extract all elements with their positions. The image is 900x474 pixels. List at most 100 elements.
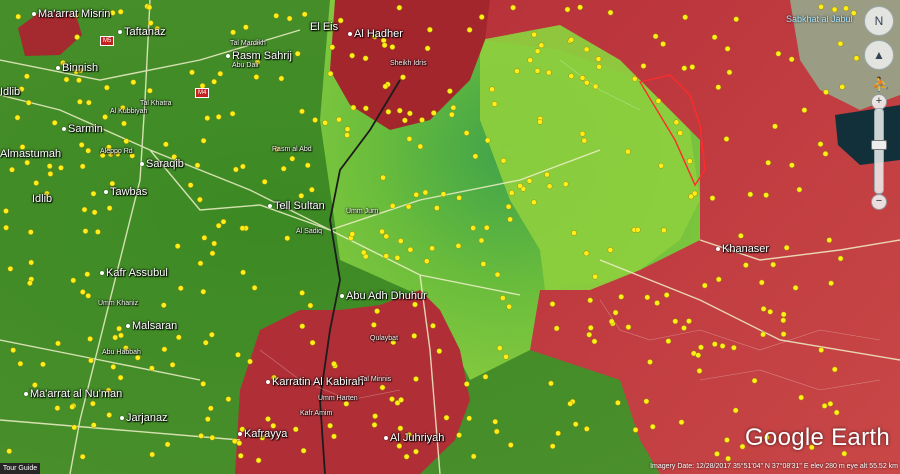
- settlement-dot: [389, 396, 395, 402]
- tour-guide-tab[interactable]: Tour Guide: [0, 463, 40, 474]
- settlement-dot: [480, 261, 487, 267]
- place-pin-icon: [238, 432, 242, 437]
- settlement-dot: [443, 414, 450, 421]
- small-place-label: Tal Mardikh: [230, 40, 266, 47]
- settlement-dot: [436, 348, 443, 354]
- settlement-dot: [76, 77, 82, 84]
- small-place-label: Tal Minnis: [360, 376, 392, 383]
- settlement-dot: [90, 190, 97, 197]
- map-viewport[interactable]: M5 M4 Ma'arrat Misrin Taftanaz Binnish I…: [0, 0, 900, 474]
- place-label[interactable]: Abu Adh Dhuhur: [340, 290, 427, 302]
- small-place-label: Al Kubbiyah: [110, 108, 148, 115]
- settlement-dot: [714, 451, 720, 457]
- place-label[interactable]: Kafrayya: [238, 428, 287, 440]
- place-label[interactable]: Jarjanaz: [120, 412, 168, 424]
- place-label[interactable]: Tell Sultan: [268, 200, 325, 212]
- settlement-dot: [696, 368, 703, 374]
- place-pin-icon: [340, 294, 344, 299]
- small-place-label: Kafr Amim: [300, 410, 333, 417]
- place-label[interactable]: Tawbas: [104, 186, 147, 198]
- settlement-dot: [534, 48, 541, 55]
- settlement-dot: [434, 205, 440, 211]
- settlement-dot: [780, 311, 787, 318]
- settlement-dot: [466, 415, 473, 422]
- pegman-icon[interactable]: ⛹: [872, 76, 889, 93]
- settlement-dot: [531, 31, 537, 38]
- place-pin-icon: [24, 392, 28, 397]
- place-label[interactable]: Al Hadher: [348, 28, 403, 40]
- place-label[interactable]: Ma'arrat al Nu'man: [24, 388, 122, 400]
- settlement-dot: [478, 237, 485, 244]
- settlement-dot: [299, 323, 306, 330]
- settlement-dot: [406, 136, 413, 142]
- compass-control[interactable]: N: [864, 6, 894, 36]
- settlement-dot: [309, 186, 315, 193]
- settlement-dot: [187, 182, 194, 188]
- settlement-dot: [491, 101, 498, 107]
- settlement-dot: [106, 412, 113, 418]
- settlement-dot: [87, 336, 93, 342]
- settlement-dot: [587, 297, 594, 304]
- settlement-dot: [818, 347, 825, 353]
- place-label[interactable]: Saraqib: [140, 158, 184, 170]
- tilt-control[interactable]: ▲: [864, 40, 894, 70]
- settlement-dot: [429, 245, 435, 252]
- settlement-dot: [211, 78, 217, 85]
- settlement-dot: [821, 403, 828, 409]
- zoom-slider-handle[interactable]: [871, 140, 887, 150]
- place-label[interactable]: Karratin Al Kabirah: [266, 376, 364, 388]
- settlement-dot: [632, 427, 639, 433]
- place-label[interactable]: Taftanaz: [118, 26, 166, 38]
- place-label[interactable]: Khanaser: [716, 243, 769, 255]
- place-label[interactable]: Malsaran: [126, 320, 177, 332]
- settlement-dot: [583, 46, 590, 53]
- settlement-dot: [394, 254, 401, 261]
- settlement-dot: [681, 325, 687, 331]
- settlement-dot: [592, 273, 598, 280]
- place-label[interactable]: Rasm Sahrij: [226, 50, 292, 62]
- small-place-label: Umm Harten: [318, 395, 358, 402]
- place-label[interactable]: Binnish: [56, 62, 98, 74]
- settlement-dot: [527, 57, 534, 64]
- settlement-dot: [336, 116, 342, 123]
- place-label[interactable]: Idlib: [32, 193, 52, 205]
- settlement-dot: [592, 83, 599, 90]
- settlement-dot: [546, 183, 553, 190]
- small-place-label: Abu Habbah: [102, 349, 141, 356]
- settlement-dot: [583, 250, 590, 257]
- settlement-dot: [482, 373, 489, 380]
- settlement-dot: [828, 280, 834, 287]
- settlement-dot: [413, 191, 420, 198]
- settlement-dot: [507, 216, 513, 223]
- settlement-dot: [634, 226, 641, 233]
- settlement-dot: [817, 141, 824, 147]
- settlement-dot: [146, 4, 153, 11]
- settlement-dot: [301, 11, 308, 18]
- settlement-dot: [548, 380, 554, 387]
- zoom-out-button[interactable]: −: [871, 194, 887, 210]
- place-label[interactable]: Ma'arrat Misrin: [32, 8, 110, 20]
- zoom-slider-track[interactable]: [874, 108, 884, 194]
- settlement-dot: [407, 110, 413, 117]
- place-label[interactable]: Kafr Assubul: [100, 267, 168, 279]
- settlement-dot: [652, 33, 659, 40]
- settlement-dot: [615, 399, 621, 406]
- settlement-dot: [531, 199, 537, 206]
- settlement-dot: [81, 206, 88, 213]
- place-name: Ma'arrat Misrin: [38, 8, 111, 20]
- place-label[interactable]: Sarmin: [62, 123, 103, 135]
- settlement-dot: [643, 398, 650, 405]
- terrain-layer: [0, 0, 900, 474]
- settlement-dot: [163, 141, 169, 148]
- place-label[interactable]: Idlib: [0, 86, 20, 98]
- settlement-dot: [331, 361, 337, 367]
- place-label[interactable]: Al Juhriyah: [384, 432, 444, 444]
- settlement-dot: [422, 189, 429, 196]
- place-label[interactable]: Almastumah: [0, 148, 61, 160]
- settlement-dot: [380, 174, 386, 181]
- place-pin-icon: [104, 190, 108, 195]
- place-label[interactable]: El Eis: [310, 21, 338, 33]
- settlement-dot: [273, 12, 280, 19]
- settlement-dot: [470, 225, 477, 231]
- settlement-dot: [337, 17, 344, 24]
